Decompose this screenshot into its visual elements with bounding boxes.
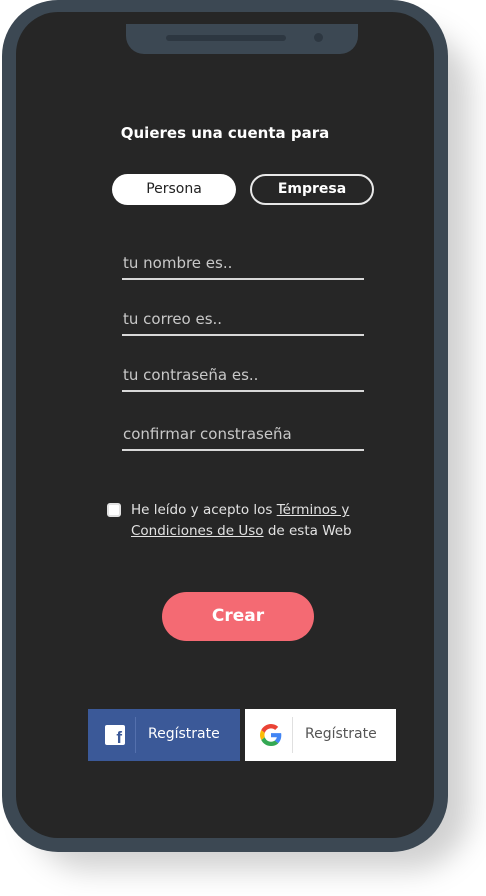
phone-frame: Quieres una cuenta para Persona Empresa … [2, 0, 448, 852]
facebook-register-label: Regístrate [148, 726, 220, 742]
account-type-persona[interactable]: Persona [112, 174, 236, 205]
phone-notch [126, 24, 358, 54]
confirm-password-placeholder: confirmar constraseña [123, 425, 292, 443]
name-placeholder: tu nombre es.. [123, 254, 233, 272]
speaker [166, 35, 286, 41]
page-title: Quieres una cuenta para [120, 124, 330, 142]
google-register-label: Regístrate [305, 726, 377, 742]
password-placeholder: tu contraseña es.. [123, 366, 259, 384]
create-button[interactable]: Crear [162, 592, 314, 641]
google-register-button[interactable]: Regístrate [245, 709, 396, 761]
terms-suffix: de esta Web [267, 523, 352, 539]
camera [314, 33, 323, 42]
google-icon [260, 724, 282, 746]
email-placeholder: tu correo es.. [123, 310, 223, 328]
google-divider [292, 717, 293, 753]
terms-checkbox[interactable] [107, 503, 121, 517]
name-field[interactable]: tu nombre es.. [122, 248, 364, 280]
app-screen: Quieres una cuenta para Persona Empresa … [16, 12, 434, 838]
password-field[interactable]: tu contraseña es.. [122, 360, 364, 392]
terms-prefix: He leído y acepto los [131, 502, 273, 518]
email-field[interactable]: tu correo es.. [122, 304, 364, 336]
terms-text: He leído y acepto los Términos y Condici… [131, 500, 391, 542]
facebook-register-button[interactable]: f Regístrate [88, 709, 240, 761]
account-type-empresa[interactable]: Empresa [250, 174, 374, 205]
facebook-divider [135, 717, 136, 753]
confirm-password-field[interactable]: confirmar constraseña [122, 419, 364, 451]
facebook-icon: f [105, 725, 125, 746]
